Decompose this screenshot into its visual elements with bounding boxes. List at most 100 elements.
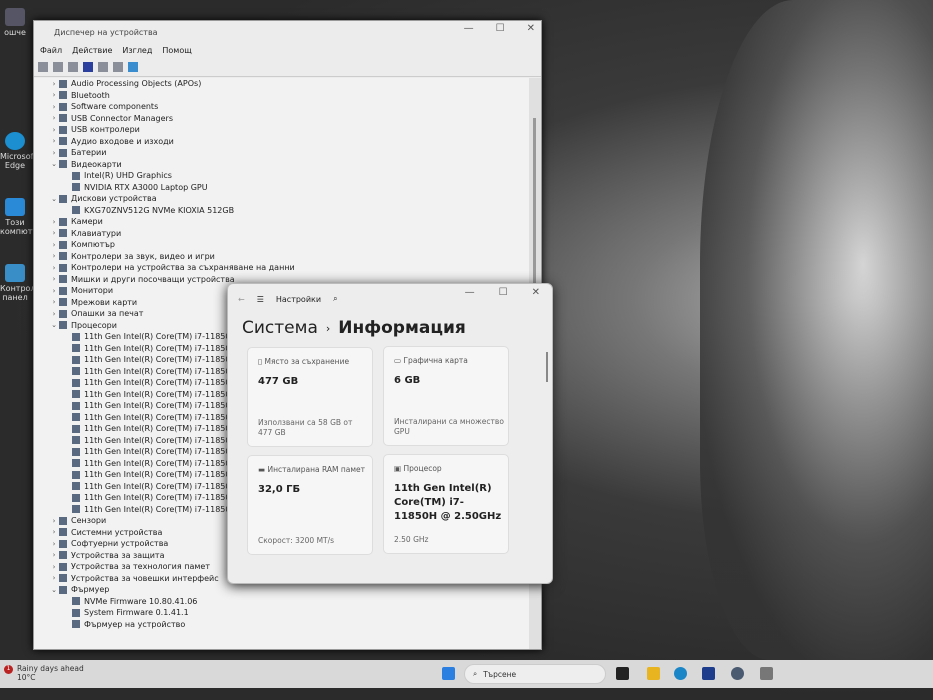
maximize-button[interactable]: ☐ — [499, 287, 508, 298]
close-button[interactable]: ✕ — [527, 23, 535, 34]
hamburger-menu-icon[interactable]: ☰ — [257, 295, 264, 304]
file-explorer-icon[interactable] — [647, 667, 660, 680]
tree-item[interactable]: › Контролери на устройства за съхраняване… — [34, 262, 529, 274]
chevron-down-icon[interactable]: ⌄ — [49, 321, 59, 329]
tree-item[interactable]: › Компютър — [34, 239, 529, 251]
chevron-right-icon[interactable]: › — [49, 310, 59, 318]
chevron-right-icon[interactable]: › — [49, 91, 59, 99]
chevron-right-icon[interactable]: › — [49, 298, 59, 306]
chevron-right-icon[interactable]: › — [49, 126, 59, 134]
tree-item-label: Устройства за технология памет — [71, 562, 210, 572]
tree-item[interactable]: Intel(R) UHD Graphics — [34, 170, 529, 182]
device-icon — [72, 482, 80, 491]
update-driver-icon[interactable] — [98, 62, 108, 72]
tree-item[interactable]: ⌄ Видеокарти — [34, 159, 529, 171]
card-value: 477 GB — [258, 376, 299, 387]
tree-item[interactable]: › Audio Processing Objects (APOs) — [34, 78, 529, 90]
tree-item[interactable]: NVIDIA RTX A3000 Laptop GPU — [34, 182, 529, 194]
tree-item[interactable]: › Камери — [34, 216, 529, 228]
tree-item[interactable]: › USB контролери — [34, 124, 529, 136]
edge-icon[interactable] — [674, 667, 687, 680]
tree-item-label: Дискови устройства — [71, 194, 157, 204]
tree-item[interactable]: System Firmware 0.1.41.1 — [34, 607, 529, 619]
device-icon — [59, 160, 67, 169]
chevron-right-icon[interactable]: › — [49, 103, 59, 111]
menu-view[interactable]: Изглед — [122, 46, 152, 55]
device-icon — [59, 91, 67, 100]
chevron-right-icon[interactable]: › — [49, 264, 59, 272]
tree-item[interactable]: › Аудио входове и изходи — [34, 136, 529, 148]
monitor-icon — [5, 198, 25, 216]
device-manager-icon[interactable] — [760, 667, 773, 680]
minimize-button[interactable]: — — [464, 23, 474, 34]
properties-icon[interactable] — [68, 62, 78, 72]
device-icon — [59, 194, 67, 203]
chevron-right-icon[interactable]: › — [49, 137, 59, 145]
tree-item[interactable]: NVMe Firmware 10.80.41.06 — [34, 596, 529, 608]
back-icon[interactable] — [38, 62, 48, 72]
desktop-icon-this-pc[interactable]: Този компютър — [0, 198, 43, 236]
scan-hardware-icon[interactable] — [113, 62, 123, 72]
chevron-right-icon[interactable]: › — [49, 252, 59, 260]
search-icon[interactable]: ⌕ — [333, 294, 337, 304]
device-icon — [59, 321, 67, 330]
tree-item[interactable]: › Контролери за звук, видео и игри — [34, 251, 529, 263]
chevron-right-icon[interactable]: › — [49, 540, 59, 548]
chevron-right-icon[interactable]: › — [49, 229, 59, 237]
start-icon[interactable] — [442, 667, 455, 680]
chevron-right-icon[interactable]: › — [49, 574, 59, 582]
tree-item[interactable]: › Клавиатури — [34, 228, 529, 240]
chevron-right-icon[interactable]: › — [49, 275, 59, 283]
tree-item-label: NVMe Firmware 10.80.41.06 — [84, 596, 198, 606]
settings-gear-icon[interactable] — [731, 667, 744, 680]
scrollbar[interactable] — [546, 352, 548, 382]
menu-action[interactable]: Действие — [72, 46, 112, 55]
tree-item[interactable]: › Bluetooth — [34, 90, 529, 102]
chevron-right-icon[interactable]: › — [49, 551, 59, 559]
chevron-right-icon[interactable]: › — [49, 241, 59, 249]
menu-file[interactable]: Файл — [40, 46, 62, 55]
chevron-right-icon[interactable]: › — [49, 563, 59, 571]
tree-item-label: 11th Gen Intel(R) Core(TM) i7-11850H @ — [84, 424, 248, 434]
tree-item[interactable]: › USB Connector Managers — [34, 113, 529, 125]
display-icon[interactable] — [128, 62, 138, 72]
desktop-icon-edge[interactable]: Microsoft Edge — [0, 132, 36, 170]
store-icon[interactable] — [702, 667, 715, 680]
maximize-button[interactable]: ☐ — [496, 23, 505, 34]
tree-item-label: Софтуерни устройства — [71, 539, 169, 549]
tree-item[interactable]: ⌄ Фърмуер — [34, 584, 529, 596]
chevron-right-icon[interactable]: › — [49, 114, 59, 122]
help-icon[interactable] — [83, 62, 93, 72]
chevron-right-icon[interactable]: › — [49, 80, 59, 88]
chevron-right-icon[interactable]: › — [49, 517, 59, 525]
chevron-right-icon[interactable]: › — [49, 149, 59, 157]
chevron-down-icon[interactable]: ⌄ — [49, 586, 59, 594]
tree-item[interactable]: Фърмуер на устройство — [34, 619, 529, 631]
chevron-down-icon[interactable]: ⌄ — [49, 160, 59, 168]
weather-widget[interactable]: Rainy days ahead 10°C — [17, 664, 84, 682]
tree-item[interactable]: ⌄ Дискови устройства — [34, 193, 529, 205]
card-subtext: Инсталирани са множество GPU — [394, 417, 504, 436]
breadcrumb-parent[interactable]: Система — [242, 318, 318, 338]
search-box[interactable]: ⌕ Търсене — [464, 664, 606, 684]
close-button[interactable]: ✕ — [532, 287, 540, 298]
tree-item[interactable]: › Батерии — [34, 147, 529, 159]
tree-item[interactable]: KXG70ZNV512G NVMe KIOXIA 512GB — [34, 205, 529, 217]
tree-item-label: 11th Gen Intel(R) Core(TM) i7-11850H @ — [84, 378, 248, 388]
forward-icon[interactable] — [53, 62, 63, 72]
tree-item[interactable]: › Software components — [34, 101, 529, 113]
tree-item-label: Audio Processing Objects (APOs) — [71, 79, 202, 89]
tree-item-label: Software components — [71, 102, 159, 112]
chevron-right-icon[interactable]: › — [49, 287, 59, 295]
menu-help[interactable]: Помощ — [162, 46, 191, 55]
device-icon — [72, 597, 80, 606]
chevron-down-icon[interactable]: ⌄ — [49, 195, 59, 203]
minimize-button[interactable]: — — [465, 287, 475, 298]
tree-item-label: Мишки и други посочващи устройства — [71, 274, 235, 284]
desktop-icon-recycle[interactable]: ошче — [0, 8, 30, 37]
back-icon[interactable]: ← — [238, 295, 245, 304]
chevron-right-icon[interactable]: › — [49, 528, 59, 536]
task-view-icon[interactable] — [616, 667, 629, 680]
chevron-right-icon[interactable]: › — [49, 218, 59, 226]
desktop-icon-control-panel[interactable]: Контролен панел — [0, 264, 46, 302]
